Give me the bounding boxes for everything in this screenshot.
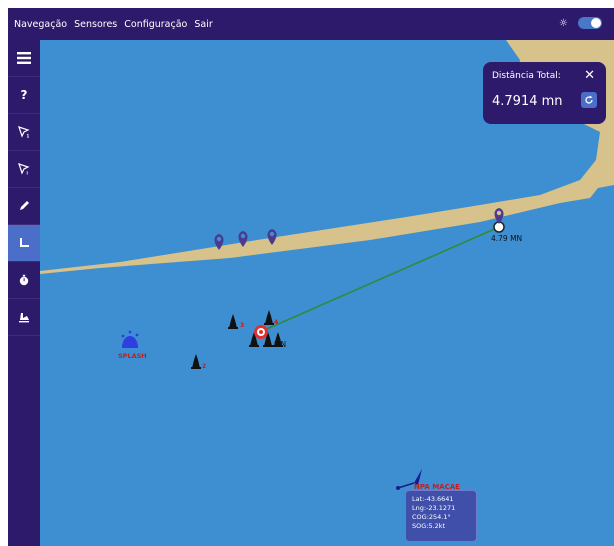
buoy-4[interactable]: [264, 310, 274, 325]
route-end-distance-label: 4.79 MN: [491, 234, 523, 243]
route-start-marker[interactable]: [254, 325, 268, 339]
refresh-button[interactable]: [581, 92, 597, 108]
splash-label: SPLASH: [118, 352, 147, 360]
close-icon[interactable]: ✕: [584, 68, 595, 83]
pointer-icon: 1: [18, 126, 30, 138]
sidebar-item-timer[interactable]: [8, 262, 40, 299]
main-menu: Navegação Sensores Configuração Sair: [8, 19, 213, 30]
sidebar-item-measure[interactable]: [8, 225, 40, 262]
menu-sensores[interactable]: Sensores: [74, 19, 117, 30]
vessel-cog: COG:254.1°: [412, 513, 451, 521]
distance-value: 4.7914 mn: [492, 94, 563, 109]
pencil-icon: [20, 201, 29, 210]
ruler-icon: [20, 238, 29, 247]
buoy-3[interactable]: [228, 314, 238, 329]
question-icon: ?: [20, 88, 28, 102]
sidebar-item-anchor[interactable]: [8, 299, 40, 336]
distance-title: Distância Total:: [492, 71, 561, 81]
vessel-lat: Lat:-43.6641: [412, 495, 454, 503]
route-mid-distance-label: MN: [274, 340, 287, 349]
menu-configuracao[interactable]: Configuração: [124, 19, 187, 30]
vessel-lng: Lng:-23.1271: [412, 504, 456, 512]
stopwatch-icon: [19, 274, 29, 286]
menu-navegacao[interactable]: Navegação: [14, 19, 67, 30]
buoy-2[interactable]: [191, 354, 201, 369]
sidebar-item-select-1[interactable]: 1: [8, 114, 40, 151]
svg-text:i: i: [27, 171, 29, 176]
splash-icon[interactable]: [121, 330, 139, 348]
toggle-knob: [591, 18, 601, 28]
buoy-label-3: 3: [240, 322, 245, 329]
menu-sair[interactable]: Sair: [194, 19, 212, 30]
sidebar-item-menu[interactable]: [8, 40, 40, 77]
sidebar-item-help[interactable]: ?: [8, 77, 40, 114]
vessel-sog: SOG:5.2kt: [412, 522, 446, 530]
location-pin-end[interactable]: [494, 208, 504, 224]
distance-panel: Distância Total: ✕ 4.7914 mn: [483, 62, 606, 124]
theme-toggle[interactable]: [578, 17, 602, 29]
refresh-icon: [585, 95, 593, 104]
sidebar-item-select-2[interactable]: i: [8, 151, 40, 188]
app: Navegação Sensores Configuração Sair ☼ ?…: [8, 8, 614, 546]
sun-icon: ☼: [559, 17, 568, 29]
top-menu-bar: Navegação Sensores Configuração Sair ☼: [8, 8, 614, 40]
hamburger-icon: [17, 52, 31, 64]
svg-text:1: 1: [27, 134, 30, 139]
buoy-label-2: 2: [202, 363, 207, 370]
pointer-alt-icon: i: [18, 163, 30, 175]
anchor-icon: [19, 313, 29, 323]
vessel-info-box: Lat:-43.6641 Lng:-23.1271 COG:254.1° SOG…: [405, 490, 477, 542]
tool-sidebar: ? 1 i: [8, 40, 40, 546]
sidebar-item-draw[interactable]: [8, 188, 40, 225]
buoy-label-4: 4: [274, 319, 279, 326]
theme-controls: ☼: [559, 17, 602, 29]
